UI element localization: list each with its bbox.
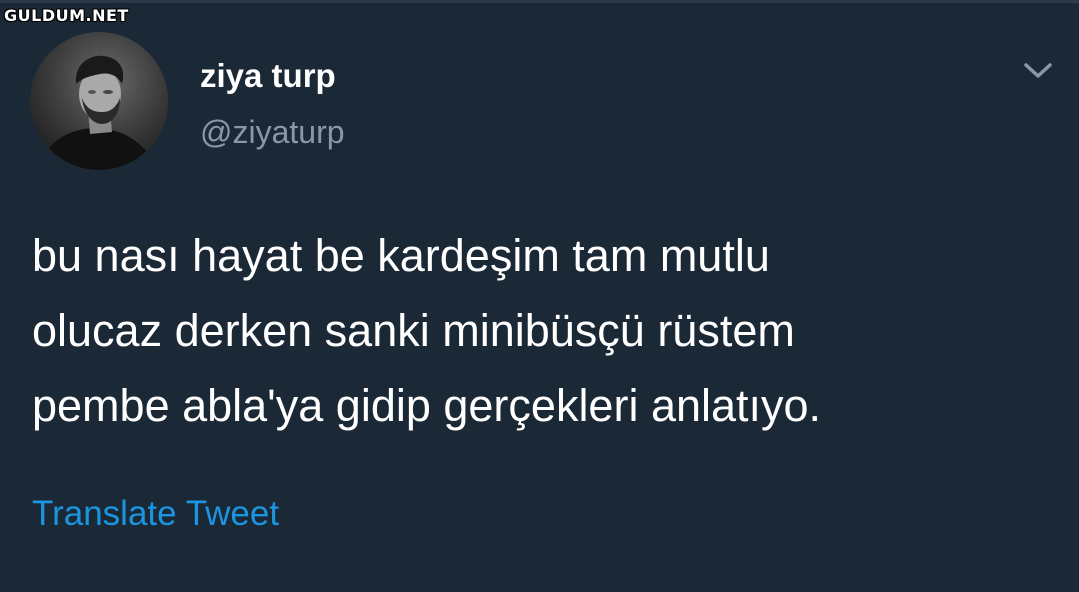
tweet-text-line: pembe abla'ya gidip gerçekleri anlatıyo.: [32, 380, 822, 431]
author-display-name[interactable]: ziya turp: [200, 57, 336, 95]
author-handle[interactable]: @ziyaturp: [200, 114, 345, 151]
translate-tweet-link[interactable]: Translate Tweet: [32, 494, 279, 534]
tweet-text: bu nası hayat be kardeşim tam mutlu oluc…: [32, 218, 1062, 443]
avatar[interactable]: [30, 32, 168, 170]
tweet-text-line: olucaz derken sanki minibüsçü rüstem: [32, 305, 795, 356]
watermark-logo: GULDUM.NET: [4, 6, 129, 25]
chevron-down-icon[interactable]: [1020, 58, 1056, 84]
avatar-photo: [30, 32, 168, 170]
tweet-text-line: bu nası hayat be kardeşim tam mutlu: [32, 230, 770, 281]
top-divider: [0, 0, 1079, 3]
